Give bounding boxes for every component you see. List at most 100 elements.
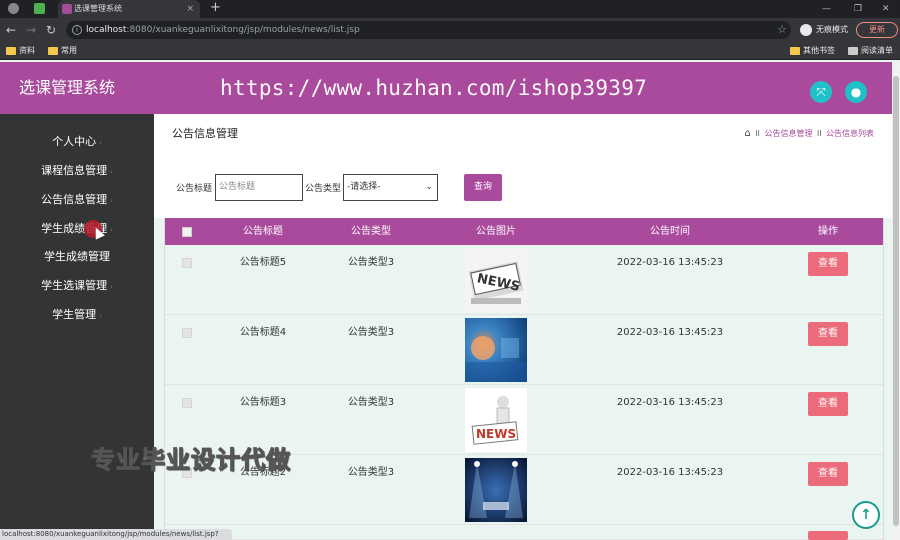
sidebar-item-students[interactable]: 学生管理 › bbox=[0, 300, 154, 329]
column-header: 操作 bbox=[818, 226, 838, 237]
notice-image: NEWS bbox=[465, 388, 527, 452]
status-bar-url: localhost:8080/xuankeguanlixitong/jsp/mo… bbox=[0, 529, 232, 540]
app-header: 选课管理系统 https://www.huzhan.com/ishop39397… bbox=[0, 62, 892, 114]
view-button[interactable]: 查看 bbox=[808, 322, 848, 346]
folder-icon bbox=[48, 47, 58, 55]
site-info-icon[interactable]: i bbox=[72, 25, 82, 35]
scrollbar-thumb[interactable] bbox=[893, 76, 899, 526]
sidebar-item-profile[interactable]: 个人中心 › bbox=[0, 127, 154, 156]
view-button[interactable]: 查看 bbox=[808, 252, 848, 276]
sidebar: 个人中心 › 课程信息管理 › 公告信息管理 › 学生成绩管理 › 学生成绩管理 学生选… bbox=[0, 114, 154, 540]
tab-close-icon[interactable]: × bbox=[186, 0, 194, 18]
update-button[interactable]: 更新 bbox=[856, 22, 898, 38]
row-checkbox[interactable] bbox=[182, 258, 192, 268]
app-tab-icon[interactable] bbox=[34, 3, 45, 14]
page-scrollbar[interactable] bbox=[892, 62, 900, 540]
browser-tab[interactable]: 选课管理系统 × bbox=[58, 0, 200, 18]
tab-favicon-icon bbox=[62, 4, 72, 14]
svg-text:NEWS: NEWS bbox=[476, 427, 516, 441]
chevron-right-icon: › bbox=[110, 197, 113, 205]
bookmark-folder-ziliao[interactable]: 资料 bbox=[6, 42, 35, 60]
folder-icon bbox=[6, 47, 16, 55]
query-button[interactable]: 查询 bbox=[464, 174, 502, 201]
table-row-partial bbox=[165, 525, 883, 540]
browser-menu-icon[interactable] bbox=[8, 3, 19, 14]
notice-image bbox=[465, 458, 527, 522]
chevron-right-icon: › bbox=[99, 312, 102, 320]
home-icon[interactable]: ⌂ bbox=[745, 128, 751, 139]
overlay-ad-text: 专业毕业设计代做 bbox=[91, 446, 291, 475]
sidebar-item-grades[interactable]: 学生成绩管理 › bbox=[0, 214, 154, 243]
reload-icon[interactable]: ↻ bbox=[46, 22, 56, 38]
search-form: 公告标题 公告标题 公告类型 -请选择- ⌄ 查询 bbox=[154, 154, 892, 218]
fullscreen-icon[interactable]: ⤧ bbox=[810, 81, 832, 103]
tab-title: 选课管理系统 bbox=[74, 4, 122, 13]
row-checkbox[interactable] bbox=[182, 328, 192, 338]
bookmark-star-icon[interactable]: ☆ bbox=[777, 21, 787, 39]
sidebar-item-notice[interactable]: 公告信息管理 › bbox=[0, 185, 154, 214]
title-search-input[interactable]: 公告标题 bbox=[215, 174, 303, 201]
title-filter-label: 公告标题 bbox=[176, 184, 213, 194]
browser-toolbar: ← → ↻ i localhost:8080/xuankeguanlixiton… bbox=[0, 18, 900, 42]
window-restore-icon[interactable]: ❐ bbox=[854, 0, 862, 18]
incognito-indicator[interactable]: 无痕模式 bbox=[800, 22, 848, 38]
chevron-right-icon: › bbox=[110, 226, 113, 234]
notice-type: 公告类型3 bbox=[347, 397, 395, 408]
address-bar[interactable]: i localhost:8080/xuankeguanlixitong/jsp/… bbox=[66, 21, 791, 39]
notice-type: 公告类型3 bbox=[347, 467, 395, 478]
breadcrumb-item[interactable]: 公告信息列表 bbox=[826, 129, 874, 138]
column-header[interactable]: 公告类型 bbox=[351, 218, 391, 245]
view-button[interactable]: 查看 bbox=[808, 392, 848, 416]
forward-icon[interactable]: → bbox=[26, 22, 36, 38]
user-icon[interactable]: ● bbox=[845, 81, 867, 103]
notice-table: 公告标题 公告类型 公告图片 公告时间 操作 公告标题5 公告类型3 NEWS … bbox=[164, 218, 884, 540]
notice-time: 2022-03-16 13:45:23 bbox=[616, 397, 724, 408]
sidebar-item-selection[interactable]: 学生选课管理 › bbox=[0, 271, 154, 300]
reading-list-icon bbox=[848, 47, 858, 55]
breadcrumb-bar: 公告信息管理 ⌂ ll 公告信息管理 ll 公告信息列表 bbox=[154, 114, 892, 154]
breadcrumb-item[interactable]: 公告信息管理 bbox=[764, 129, 812, 138]
browser-tabbar: 选课管理系统 × + — ❐ ✕ bbox=[0, 0, 900, 18]
folder-icon bbox=[790, 47, 800, 55]
chevron-right-icon: › bbox=[99, 139, 102, 147]
other-bookmarks[interactable]: 其他书签 bbox=[790, 42, 835, 60]
back-to-top-button[interactable]: ↑ bbox=[852, 501, 880, 529]
type-select[interactable]: -请选择- ⌄ bbox=[343, 174, 438, 201]
notice-image bbox=[465, 318, 527, 382]
notice-title: 公告标题5 bbox=[239, 257, 287, 268]
window-close-icon[interactable]: ✕ bbox=[882, 0, 890, 18]
url-host: localhost bbox=[86, 25, 127, 35]
chevron-down-icon: ⌄ bbox=[425, 182, 433, 192]
notice-time: 2022-03-16 13:45:23 bbox=[616, 257, 724, 268]
sidebar-item-grades-sub[interactable]: 学生成绩管理 bbox=[0, 242, 154, 271]
back-icon[interactable]: ← bbox=[6, 22, 16, 38]
notice-title: 公告标题3 bbox=[239, 397, 287, 408]
chevron-right-icon: › bbox=[110, 283, 113, 291]
type-filter-label: 公告类型 bbox=[305, 184, 342, 194]
main-content: 公告信息管理 ⌂ ll 公告信息管理 ll 公告信息列表 公告标题 公告标题 公… bbox=[154, 114, 892, 540]
column-header[interactable]: 公告时间 bbox=[650, 218, 690, 245]
page-title: 公告信息管理 bbox=[172, 127, 238, 140]
watermark-text: https://www.huzhan.com/ishop39397 bbox=[220, 76, 648, 100]
chevron-right-icon: › bbox=[110, 168, 113, 176]
breadcrumb: ⌂ ll 公告信息管理 ll 公告信息列表 bbox=[744, 128, 874, 139]
table-header: 公告标题 公告类型 公告图片 公告时间 操作 bbox=[165, 218, 883, 245]
table-row: 公告标题4 公告类型3 2022-03-16 13:45:23 查看 bbox=[165, 315, 883, 385]
bookmark-folder-changyong[interactable]: 常用 bbox=[48, 42, 77, 60]
select-all-checkbox[interactable] bbox=[182, 227, 192, 237]
window-minimize-icon[interactable]: — bbox=[822, 0, 831, 18]
notice-type: 公告类型3 bbox=[347, 257, 395, 268]
sidebar-item-course[interactable]: 课程信息管理 › bbox=[0, 156, 154, 185]
notice-type: 公告类型3 bbox=[347, 327, 395, 338]
notice-image: NEWS bbox=[465, 248, 527, 312]
row-checkbox[interactable] bbox=[182, 398, 192, 408]
notice-title: 公告标题4 bbox=[239, 327, 287, 338]
view-button[interactable]: 查看 bbox=[808, 462, 848, 486]
column-header[interactable]: 公告标题 bbox=[243, 218, 283, 245]
reading-list[interactable]: 阅读清单 bbox=[848, 42, 893, 60]
bookmarks-bar: 资料 常用 其他书签 阅读清单 bbox=[0, 42, 900, 60]
new-tab-button[interactable]: + bbox=[210, 0, 221, 16]
url-path: :8080/xuankeguanlixitong/jsp/modules/new… bbox=[126, 25, 360, 35]
view-button-partial[interactable] bbox=[808, 531, 848, 540]
incognito-icon bbox=[800, 24, 812, 36]
